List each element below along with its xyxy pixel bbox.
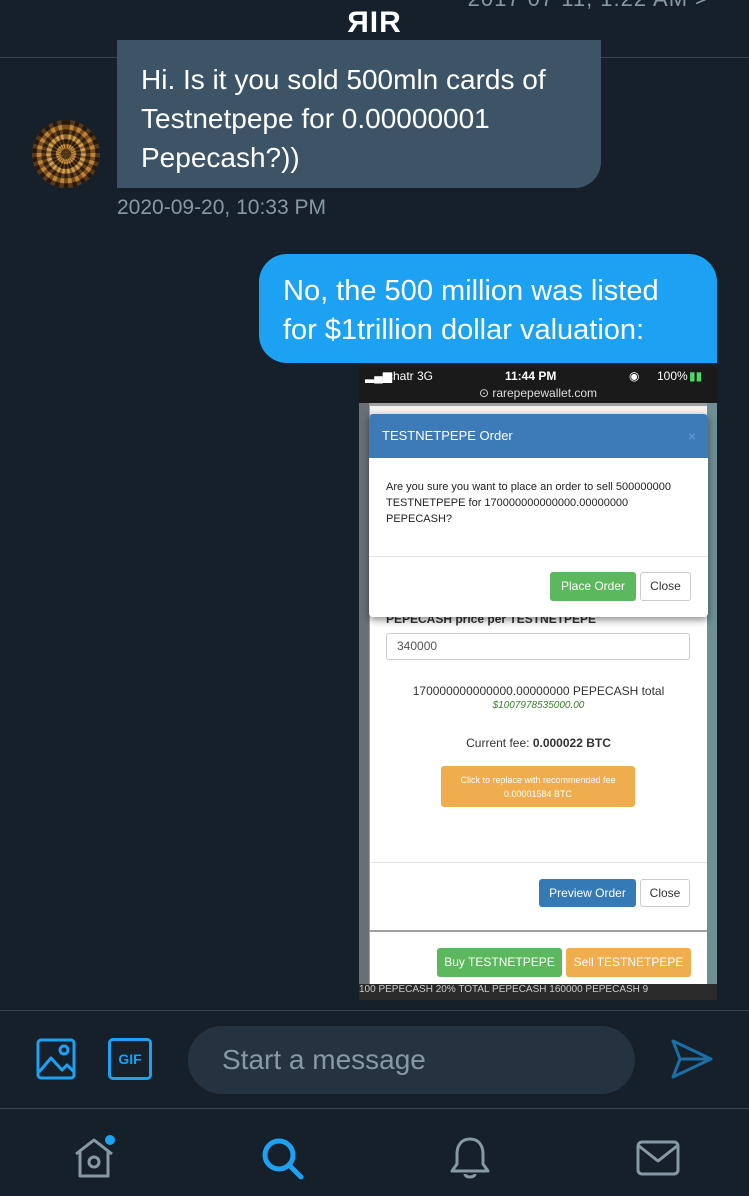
incoming-message-text: Hi. Is it you sold 500mln cards of Testn… [141, 64, 546, 173]
battery-icon: ▮▮ [689, 369, 703, 383]
usd-value: $1007978535000.00 [492, 700, 585, 711]
bottom-strip: 100 PEPECASH 20% TOTAL PEPECASH 160000 P… [359, 984, 717, 1000]
preview-order-button[interactable]: Preview Order [539, 879, 636, 907]
avatar[interactable] [32, 120, 100, 188]
sell-button[interactable]: Sell TESTNETPEPE [566, 948, 691, 977]
phone-status-bar: ▂▄▆ chatr 3G 11:44 PM ◉ 100% ▮▮ [359, 366, 717, 386]
modal-close-button[interactable]: Close [640, 572, 691, 601]
send-icon[interactable] [670, 1038, 714, 1080]
current-fee: Current fee: 0.000022 BTC [370, 736, 707, 750]
alarm-icon: ◉ [629, 369, 640, 383]
backdrop-left [359, 403, 369, 993]
messages-icon[interactable] [634, 1134, 682, 1182]
conversation-title[interactable]: ЯIR [0, 6, 749, 40]
modal-title: TESTNETPEPE Order [369, 414, 708, 458]
home-icon[interactable] [70, 1134, 118, 1182]
backdrop-right [707, 403, 717, 993]
fee-value: 0.000022 BTC [532, 736, 611, 750]
order-confirm-modal: TESTNETPEPE Order × Are you sure you wan… [369, 414, 708, 617]
outgoing-message-bubble[interactable]: No, the 500 million was listed for $1tri… [259, 254, 717, 363]
battery-percent: 100% [657, 369, 688, 383]
modal-body-text: Are you sure you want to place an order … [386, 481, 671, 525]
modal-divider [369, 556, 708, 557]
message-input[interactable]: Start a message [188, 1026, 635, 1094]
carrier-label: chatr 3G [387, 369, 434, 383]
attached-screenshot[interactable]: ▂▄▆ chatr 3G 11:44 PM ◉ 100% ▮▮ ⊙ rarepe… [359, 366, 717, 1000]
phone-time: 11:44 PM [505, 369, 557, 383]
incoming-message-bubble[interactable]: Hi. Is it you sold 500mln cards of Testn… [117, 40, 601, 188]
total-text: 170000000000000.00000000 PEPECASH total [412, 684, 665, 698]
replace-fee-button[interactable]: Click to replace with recommended fee 0.… [441, 766, 635, 807]
close-icon[interactable]: × [688, 414, 696, 458]
gif-button[interactable]: GIF [108, 1038, 152, 1080]
fee-label: Current fee: [466, 736, 530, 750]
price-input[interactable]: 340000 [386, 633, 690, 660]
buy-button[interactable]: Buy TESTNETPEPE [437, 948, 562, 977]
outgoing-message-text: No, the 500 million was listed for $1tri… [283, 275, 659, 346]
replace-fee-line1: Click to replace with recommended fee [460, 775, 616, 785]
close-button[interactable]: Close [640, 879, 690, 907]
replace-fee-line2: 0.00001584 BTC [503, 789, 573, 799]
message-timestamp: 2020-09-20, 10:33 PM [117, 196, 326, 219]
browser-url: ⊙ rarepepewallet.com [359, 386, 717, 403]
image-icon[interactable] [36, 1038, 76, 1080]
divider [370, 862, 707, 863]
search-icon[interactable] [258, 1134, 306, 1182]
notifications-icon[interactable] [446, 1134, 494, 1182]
place-order-button[interactable]: Place Order [550, 572, 636, 601]
